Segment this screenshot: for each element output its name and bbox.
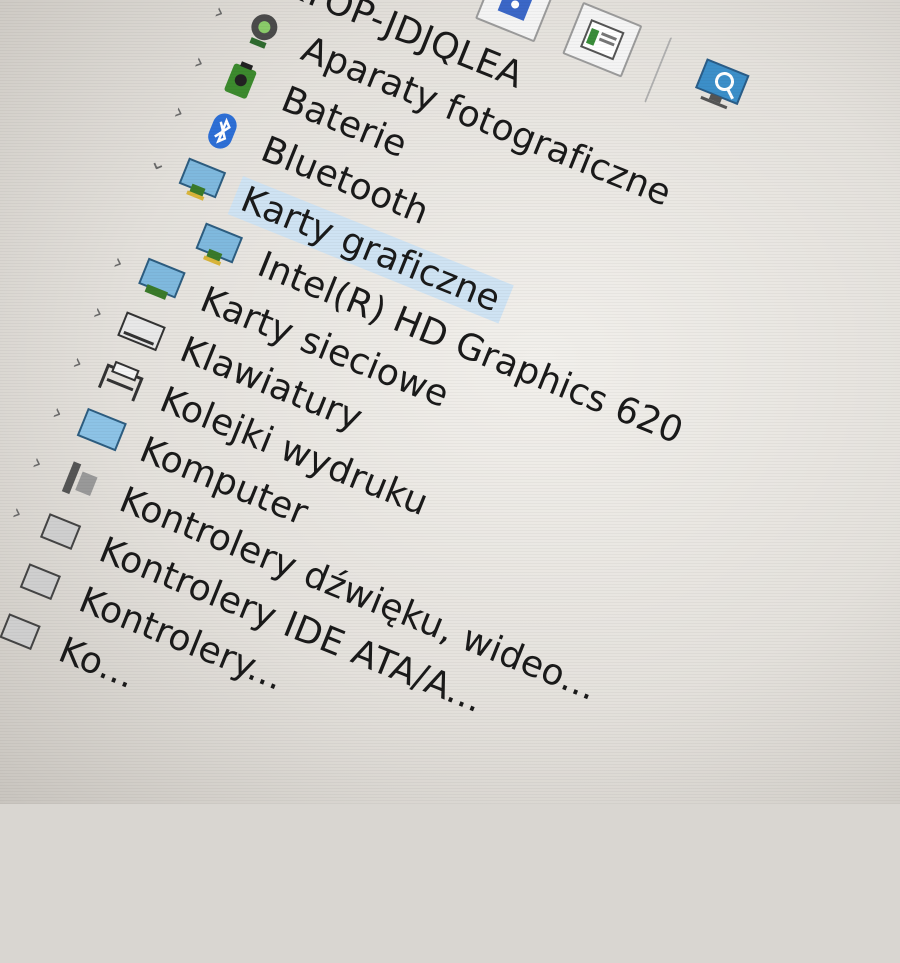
toolbar-separator <box>644 36 676 105</box>
chevron-down-icon[interactable]: ⌄ <box>144 148 173 178</box>
chevron-right-icon[interactable]: › <box>63 349 92 378</box>
chevron-right-icon[interactable]: › <box>165 99 194 128</box>
display-adapter-icon <box>178 157 227 201</box>
properties-icon <box>497 0 533 21</box>
keyboard-icon <box>117 311 166 352</box>
display-adapter-icon <box>195 222 244 266</box>
generic-device-icon <box>0 613 41 651</box>
chevron-right-icon[interactable]: › <box>23 450 52 479</box>
device-manager-window: ...KTOP-JDJQLEA › Aparaty fotograficzne … <box>0 0 900 963</box>
chevron-right-icon[interactable]: › <box>185 49 214 78</box>
chevron-right-icon[interactable]: › <box>43 400 72 429</box>
battery-icon <box>224 61 257 99</box>
print-queue-icon <box>97 360 144 402</box>
ide-controller-icon <box>39 513 82 551</box>
chevron-right-icon[interactable]: › <box>84 299 113 328</box>
chevron-right-icon[interactable]: › <box>0 550 11 579</box>
chevron-right-icon[interactable]: › <box>205 0 234 28</box>
computer-icon <box>76 407 127 452</box>
camera-icon <box>249 14 278 49</box>
chevron-right-icon[interactable]: › <box>3 500 32 529</box>
network-adapter-icon <box>138 257 186 300</box>
sound-controller-icon <box>61 461 98 497</box>
update-driver-icon <box>579 19 625 61</box>
properties-button[interactable] <box>474 0 556 43</box>
bluetooth-icon <box>208 113 237 149</box>
chevron-right-icon[interactable]: › <box>104 249 133 278</box>
controller-icon <box>19 563 61 601</box>
